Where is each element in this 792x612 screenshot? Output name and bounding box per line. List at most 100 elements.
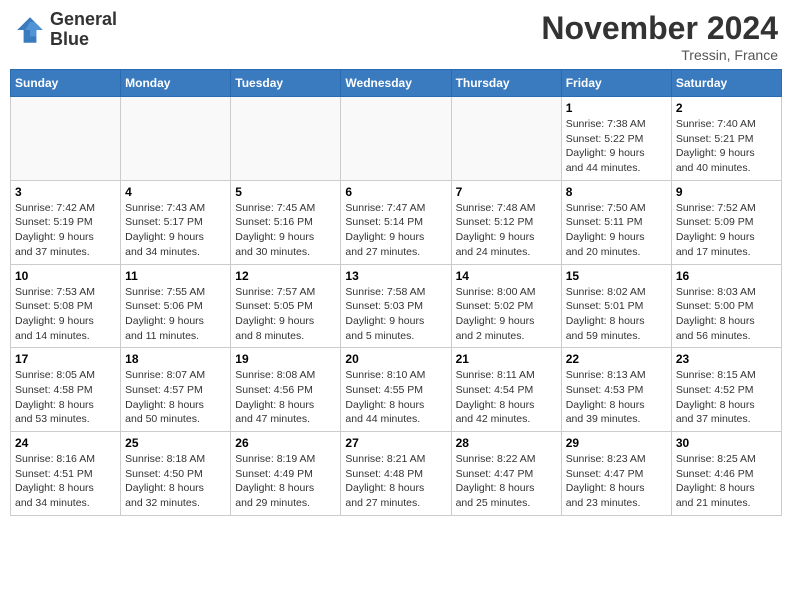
day-cell-16: 16 Sunrise: 8:03 AM Sunset: 5:00 PM Dayli…: [671, 264, 781, 348]
day-cell-22: 22 Sunrise: 8:13 AM Sunset: 4:53 PM Dayli…: [561, 348, 671, 432]
weekday-header-friday: Friday: [561, 70, 671, 97]
day-info: Sunrise: 8:13 AM Sunset: 4:53 PM Dayligh…: [566, 368, 667, 427]
day-info: Sunrise: 8:10 AM Sunset: 4:55 PM Dayligh…: [345, 368, 446, 427]
day-info: Sunrise: 8:02 AM Sunset: 5:01 PM Dayligh…: [566, 285, 667, 344]
location: Tressin, France: [541, 47, 778, 63]
day-cell-30: 30 Sunrise: 8:25 AM Sunset: 4:46 PM Dayli…: [671, 432, 781, 516]
day-number: 26: [235, 436, 336, 450]
day-cell-29: 29Sunrise: 8:23 AM Sunset: 4:47 PM Dayli…: [561, 432, 671, 516]
empty-cell: [11, 97, 121, 181]
day-info: Sunrise: 8:07 AM Sunset: 4:57 PM Dayligh…: [125, 368, 226, 427]
week-row-1: 3 Sunrise: 7:42 AM Sunset: 5:19 PM Daylig…: [11, 180, 782, 264]
day-cell-13: 13Sunrise: 7:58 AM Sunset: 5:03 PM Dayli…: [341, 264, 451, 348]
day-info: Sunrise: 8:16 AM Sunset: 4:51 PM Dayligh…: [15, 452, 116, 511]
day-number: 30: [676, 436, 777, 450]
day-number: 16: [676, 269, 777, 283]
day-info: Sunrise: 7:53 AM Sunset: 5:08 PM Dayligh…: [15, 285, 116, 344]
day-cell-2: 2Sunrise: 7:40 AM Sunset: 5:21 PM Daylig…: [671, 97, 781, 181]
day-cell-25: 25 Sunrise: 8:18 AM Sunset: 4:50 PM Dayli…: [121, 432, 231, 516]
day-info: Sunrise: 7:55 AM Sunset: 5:06 PM Dayligh…: [125, 285, 226, 344]
day-cell-12: 12 Sunrise: 7:57 AM Sunset: 5:05 PM Dayli…: [231, 264, 341, 348]
day-cell-17: 17Sunrise: 8:05 AM Sunset: 4:58 PM Dayli…: [11, 348, 121, 432]
day-number: 9: [676, 185, 777, 199]
month-title: November 2024: [541, 10, 778, 47]
week-row-3: 17Sunrise: 8:05 AM Sunset: 4:58 PM Dayli…: [11, 348, 782, 432]
day-number: 18: [125, 352, 226, 366]
day-number: 12: [235, 269, 336, 283]
day-cell-26: 26 Sunrise: 8:19 AM Sunset: 4:49 PM Dayli…: [231, 432, 341, 516]
day-info: Sunrise: 8:15 AM Sunset: 4:52 PM Dayligh…: [676, 368, 777, 427]
weekday-header-thursday: Thursday: [451, 70, 561, 97]
empty-cell: [121, 97, 231, 181]
day-info: Sunrise: 8:19 AM Sunset: 4:49 PM Dayligh…: [235, 452, 336, 511]
empty-cell: [451, 97, 561, 181]
day-info: Sunrise: 7:50 AM Sunset: 5:11 PM Dayligh…: [566, 201, 667, 260]
day-cell-14: 14 Sunrise: 8:00 AM Sunset: 5:02 PM Dayli…: [451, 264, 561, 348]
weekday-header-sunday: Sunday: [11, 70, 121, 97]
day-cell-8: 8 Sunrise: 7:50 AM Sunset: 5:11 PM Daylig…: [561, 180, 671, 264]
week-row-2: 10 Sunrise: 7:53 AM Sunset: 5:08 PM Dayli…: [11, 264, 782, 348]
day-number: 22: [566, 352, 667, 366]
day-number: 27: [345, 436, 446, 450]
day-number: 17: [15, 352, 116, 366]
day-info: Sunrise: 8:25 AM Sunset: 4:46 PM Dayligh…: [676, 452, 777, 511]
day-number: 14: [456, 269, 557, 283]
day-number: 11: [125, 269, 226, 283]
day-cell-18: 18 Sunrise: 8:07 AM Sunset: 4:57 PM Dayli…: [121, 348, 231, 432]
day-info: Sunrise: 8:22 AM Sunset: 4:47 PM Dayligh…: [456, 452, 557, 511]
day-info: Sunrise: 8:00 AM Sunset: 5:02 PM Dayligh…: [456, 285, 557, 344]
day-number: 1: [566, 101, 667, 115]
day-number: 4: [125, 185, 226, 199]
day-number: 19: [235, 352, 336, 366]
day-info: Sunrise: 7:40 AM Sunset: 5:21 PM Dayligh…: [676, 117, 777, 176]
day-info: Sunrise: 8:18 AM Sunset: 4:50 PM Dayligh…: [125, 452, 226, 511]
day-cell-10: 10 Sunrise: 7:53 AM Sunset: 5:08 PM Dayli…: [11, 264, 121, 348]
day-cell-6: 6 Sunrise: 7:47 AM Sunset: 5:14 PM Daylig…: [341, 180, 451, 264]
day-number: 5: [235, 185, 336, 199]
day-number: 7: [456, 185, 557, 199]
day-number: 3: [15, 185, 116, 199]
day-number: 15: [566, 269, 667, 283]
day-number: 25: [125, 436, 226, 450]
day-number: 13: [345, 269, 446, 283]
day-number: 6: [345, 185, 446, 199]
day-cell-28: 28 Sunrise: 8:22 AM Sunset: 4:47 PM Dayli…: [451, 432, 561, 516]
day-info: Sunrise: 8:21 AM Sunset: 4:48 PM Dayligh…: [345, 452, 446, 511]
weekday-header-monday: Monday: [121, 70, 231, 97]
day-info: Sunrise: 8:08 AM Sunset: 4:56 PM Dayligh…: [235, 368, 336, 427]
day-number: 10: [15, 269, 116, 283]
weekday-header-wednesday: Wednesday: [341, 70, 451, 97]
day-info: Sunrise: 7:47 AM Sunset: 5:14 PM Dayligh…: [345, 201, 446, 260]
day-cell-20: 20 Sunrise: 8:10 AM Sunset: 4:55 PM Dayli…: [341, 348, 451, 432]
page-header: General Blue November 2024 Tressin, Fran…: [10, 10, 782, 63]
day-cell-24: 24Sunrise: 8:16 AM Sunset: 4:51 PM Dayli…: [11, 432, 121, 516]
empty-cell: [341, 97, 451, 181]
day-info: Sunrise: 8:03 AM Sunset: 5:00 PM Dayligh…: [676, 285, 777, 344]
day-cell-19: 19 Sunrise: 8:08 AM Sunset: 4:56 PM Dayli…: [231, 348, 341, 432]
day-cell-23: 23 Sunrise: 8:15 AM Sunset: 4:52 PM Dayli…: [671, 348, 781, 432]
day-number: 8: [566, 185, 667, 199]
day-info: Sunrise: 7:42 AM Sunset: 5:19 PM Dayligh…: [15, 201, 116, 260]
empty-cell: [231, 97, 341, 181]
day-info: Sunrise: 7:52 AM Sunset: 5:09 PM Dayligh…: [676, 201, 777, 260]
day-cell-1: 1 Sunrise: 7:38 AM Sunset: 5:22 PM Daylig…: [561, 97, 671, 181]
day-info: Sunrise: 7:38 AM Sunset: 5:22 PM Dayligh…: [566, 117, 667, 176]
day-cell-15: 15 Sunrise: 8:02 AM Sunset: 5:01 PM Dayli…: [561, 264, 671, 348]
day-cell-4: 4Sunrise: 7:43 AM Sunset: 5:17 PM Daylig…: [121, 180, 231, 264]
logo-text: General Blue: [50, 10, 117, 50]
weekday-header-row: SundayMondayTuesdayWednesdayThursdayFrid…: [11, 70, 782, 97]
day-number: 21: [456, 352, 557, 366]
logo: General Blue: [14, 10, 117, 50]
day-info: Sunrise: 7:48 AM Sunset: 5:12 PM Dayligh…: [456, 201, 557, 260]
day-number: 29: [566, 436, 667, 450]
day-info: Sunrise: 8:11 AM Sunset: 4:54 PM Dayligh…: [456, 368, 557, 427]
day-number: 23: [676, 352, 777, 366]
day-info: Sunrise: 7:45 AM Sunset: 5:16 PM Dayligh…: [235, 201, 336, 260]
day-number: 20: [345, 352, 446, 366]
day-cell-11: 11 Sunrise: 7:55 AM Sunset: 5:06 PM Dayli…: [121, 264, 231, 348]
day-info: Sunrise: 7:57 AM Sunset: 5:05 PM Dayligh…: [235, 285, 336, 344]
day-cell-5: 5 Sunrise: 7:45 AM Sunset: 5:16 PM Daylig…: [231, 180, 341, 264]
week-row-0: 1 Sunrise: 7:38 AM Sunset: 5:22 PM Daylig…: [11, 97, 782, 181]
day-number: 28: [456, 436, 557, 450]
weekday-header-saturday: Saturday: [671, 70, 781, 97]
